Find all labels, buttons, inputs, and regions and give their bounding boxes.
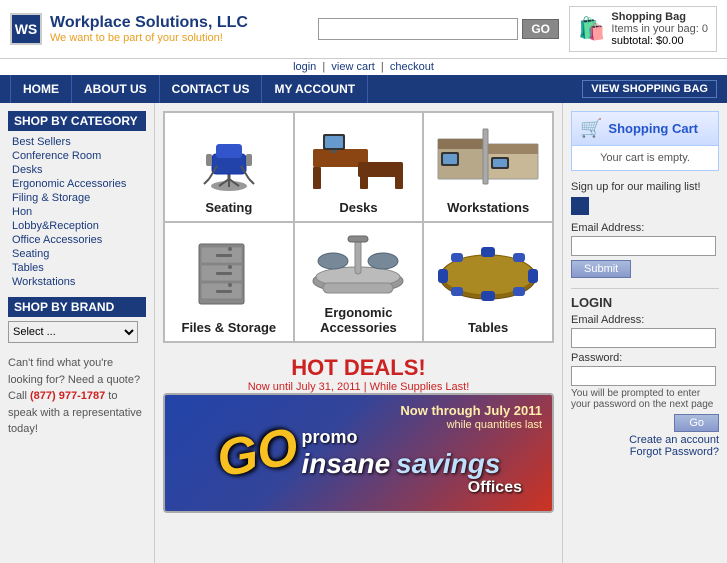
cart-widget-title: Shopping Cart <box>608 121 698 136</box>
cart-widget-body: Your cart is empty. <box>572 146 718 170</box>
cart-items: Items in your bag: 0 <box>611 23 708 35</box>
cart-widget-icon: 🛒 <box>580 118 602 139</box>
logo-area: WS Workplace Solutions, LLC We want to b… <box>10 13 308 45</box>
right-panel: 🛒 Shopping Cart Your cart is empty. Sign… <box>562 103 727 563</box>
workstations-image <box>428 121 548 196</box>
category-ergonomic[interactable]: Ergonomic Accessories <box>294 222 424 342</box>
logo-title: Workplace Solutions, LLC <box>50 14 248 32</box>
email-address-label: Email Address: <box>571 222 719 234</box>
login-go-button[interactable]: Go <box>674 414 719 432</box>
mailing-section: Sign up for our mailing list! Email Addr… <box>571 181 719 278</box>
cart-subtotal: subtotal: $0.00 <box>611 35 708 47</box>
view-cart-link[interactable]: view cart <box>331 61 374 73</box>
banner-insane-text: insane <box>301 448 390 480</box>
cart-widget: 🛒 Shopping Cart Your cart is empty. <box>571 111 719 171</box>
hot-deals-section: HOT DEALS! Now until July 31, 2011 | Whi… <box>163 355 554 513</box>
search-button[interactable]: GO <box>522 19 559 39</box>
submit-button[interactable]: Submit <box>571 260 631 278</box>
login-password-note: You will be prompted to enter your passw… <box>571 388 719 410</box>
files-storage-label: Files & Storage <box>182 320 277 335</box>
sidebar-contact: Can't find what you're looking for? Need… <box>8 355 146 438</box>
navbar: HOME ABOUT US CONTACT US MY ACCOUNT VIEW… <box>0 75 727 103</box>
login-password-input[interactable] <box>571 366 716 386</box>
login-email-input[interactable] <box>571 328 716 348</box>
sidebar-link-seating[interactable]: Seating <box>8 247 146 261</box>
header: WS Workplace Solutions, LLC We want to b… <box>0 0 727 59</box>
logo-subtitle: We want to be part of your solution! <box>50 32 248 44</box>
search-input[interactable] <box>318 18 518 40</box>
header-cart: 🛍️ Shopping Bag Items in your bag: 0 sub… <box>569 6 717 52</box>
sidebar-link-office-acc[interactable]: Office Accessories <box>8 233 146 247</box>
login-link[interactable]: login <box>293 61 316 73</box>
cart-title: Shopping Bag <box>611 11 708 23</box>
ergonomic-image <box>299 231 419 301</box>
nav-account[interactable]: MY ACCOUNT <box>262 75 368 103</box>
seating-image <box>169 121 289 196</box>
login-password-label: Password: <box>571 352 719 364</box>
main-wrapper: SHOP BY CATEGORY Best Sellers Conference… <box>0 103 727 563</box>
checkout-link[interactable]: checkout <box>390 61 434 73</box>
sidebar: SHOP BY CATEGORY Best Sellers Conference… <box>0 103 155 563</box>
login-email-label: Email Address: <box>571 314 719 326</box>
tables-image <box>428 231 548 316</box>
sidebar-link-filing[interactable]: Filing & Storage <box>8 191 146 205</box>
category-grid: Seating <box>163 111 554 343</box>
workstations-label: Workstations <box>447 200 529 215</box>
category-workstations[interactable]: Workstations <box>423 112 553 222</box>
sidebar-link-tables[interactable]: Tables <box>8 261 146 275</box>
sidebar-link-hon[interactable]: Hon <box>8 205 146 219</box>
category-tables[interactable]: Tables <box>423 222 553 342</box>
content-area: Seating <box>155 103 562 563</box>
header-search: GO <box>318 18 559 40</box>
desks-image <box>299 121 419 196</box>
nav-home[interactable]: HOME <box>10 75 72 103</box>
auth-links: login | view cart | checkout <box>0 59 727 75</box>
sidebar-link-conference[interactable]: Conference Room <box>8 149 146 163</box>
logo-text: Workplace Solutions, LLC We want to be p… <box>50 14 248 44</box>
login-links: Create an account Forgot Password? <box>571 434 719 458</box>
desks-label: Desks <box>339 200 377 215</box>
mailing-email-input[interactable] <box>571 236 716 256</box>
nav-contact[interactable]: CONTACT US <box>160 75 263 103</box>
forgot-password-link[interactable]: Forgot Password? <box>571 446 719 458</box>
mailing-label: Sign up for our mailing list! <box>571 181 719 193</box>
banner-savings-text: savings <box>396 448 500 480</box>
banner-go-text: GO <box>212 416 302 489</box>
category-title: SHOP BY CATEGORY <box>8 111 146 131</box>
logo-box: WS <box>10 13 42 45</box>
cart-info: Shopping Bag Items in your bag: 0 subtot… <box>611 11 708 47</box>
cart-widget-header: 🛒 Shopping Cart <box>572 112 718 146</box>
nav-about[interactable]: ABOUT US <box>72 75 160 103</box>
sidebar-link-workstations[interactable]: Workstations <box>8 275 146 289</box>
mailing-icon <box>571 197 589 215</box>
brand-select[interactable]: Select ... <box>8 321 138 343</box>
login-title: LOGIN <box>571 295 719 310</box>
sidebar-link-lobby[interactable]: Lobby&Reception <box>8 219 146 233</box>
ergonomic-label: Ergonomic Accessories <box>299 305 419 335</box>
phone-number: (877) 977-1787 <box>30 390 105 402</box>
hot-deals-title: HOT DEALS! <box>163 355 554 381</box>
brand-title: SHOP BY BRAND <box>8 297 146 317</box>
view-shopping-bag-button[interactable]: VIEW SHOPPING BAG <box>582 80 717 98</box>
seating-label: Seating <box>205 200 252 215</box>
banner-promo-text: promo <box>301 427 357 448</box>
category-seating[interactable]: Seating <box>164 112 294 222</box>
files-storage-image <box>169 231 289 316</box>
sidebar-link-bestsellers[interactable]: Best Sellers <box>8 135 146 149</box>
category-files-storage[interactable]: Files & Storage <box>164 222 294 342</box>
tables-label: Tables <box>468 320 508 335</box>
login-section: LOGIN Email Address: Password: You will … <box>571 288 719 458</box>
create-account-link[interactable]: Create an account <box>571 434 719 446</box>
sidebar-link-desks[interactable]: Desks <box>8 163 146 177</box>
shopping-bag-icon: 🛍️ <box>578 16 605 42</box>
hot-deals-banner[interactable]: Now through July 2011 while quantities l… <box>163 393 554 513</box>
sidebar-link-ergonomic[interactable]: Ergonomic Accessories <box>8 177 146 191</box>
category-desks[interactable]: Desks <box>294 112 424 222</box>
hot-deals-subtitle: Now until July 31, 2011 | While Supplies… <box>163 381 554 393</box>
banner-now-text: Now through July 2011 <box>400 403 542 418</box>
